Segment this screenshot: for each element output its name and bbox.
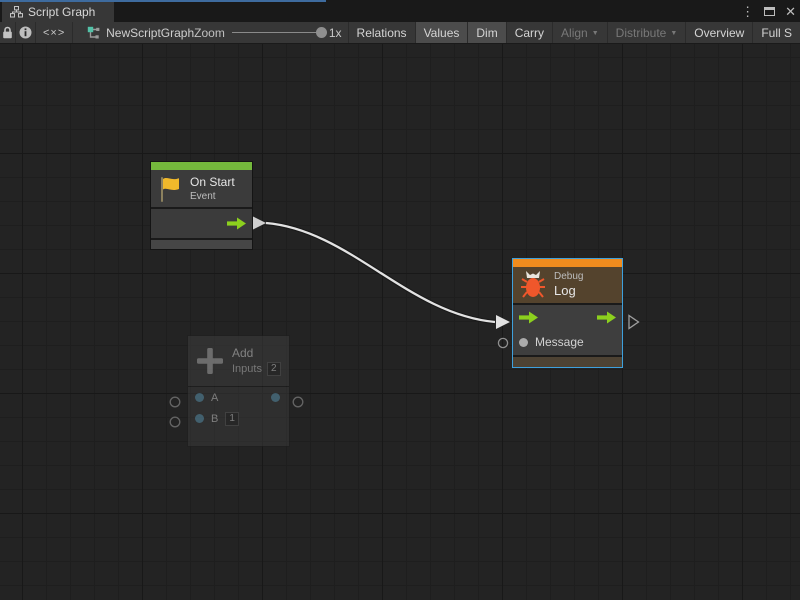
- hierarchy-graph-icon: [10, 6, 23, 18]
- graph-identity: NewScriptGraph: [73, 22, 194, 43]
- node-category: Debug: [554, 270, 583, 283]
- dim-label: Dim: [476, 26, 497, 40]
- graph-canvas[interactable]: On Start Event: [0, 44, 800, 600]
- message-port-label: Message: [535, 335, 584, 351]
- port-b-label: B: [211, 413, 218, 425]
- zoom-value-label: 1x: [329, 26, 342, 40]
- chevron-down-icon: ▼: [592, 30, 599, 37]
- selection-outline: Debug Log Messa: [512, 258, 623, 368]
- values-button[interactable]: Values: [415, 22, 468, 43]
- add-header: Add Inputs 2: [188, 336, 289, 386]
- port-row-a: A: [188, 387, 289, 408]
- toolbar-buttons: Relations Values Dim Carry Align ▼ Distr…: [348, 22, 800, 43]
- align-label: Align: [561, 26, 588, 40]
- graph-name-label: NewScriptGraph: [106, 26, 194, 40]
- flow-output-port[interactable]: [597, 311, 616, 324]
- dim-button[interactable]: Dim: [467, 22, 505, 43]
- fullscreen-button[interactable]: Full S: [752, 22, 800, 43]
- flag-icon: [158, 175, 182, 203]
- node-subtitle: Event: [190, 190, 235, 203]
- plus-icon: [195, 346, 225, 376]
- result-port-dot[interactable]: [271, 393, 280, 402]
- tab-title: Script Graph: [28, 5, 95, 19]
- script-graph-window: Script Graph ⋮ ✕ <×>: [0, 0, 800, 600]
- flow-connection[interactable]: [252, 216, 510, 329]
- message-outer-port-circle[interactable]: [498, 338, 507, 347]
- inspector-button[interactable]: [16, 22, 36, 43]
- chevron-down-icon: ▼: [670, 30, 677, 37]
- on-start-footer: [151, 240, 252, 249]
- port-b-dot[interactable]: [195, 414, 204, 423]
- message-port-dot[interactable]: [519, 338, 528, 347]
- values-label: Values: [424, 26, 460, 40]
- code-glyph: <×>: [43, 27, 65, 39]
- node-on-start[interactable]: On Start Event: [150, 161, 253, 250]
- code-preview-button[interactable]: <×>: [36, 22, 73, 43]
- node-title: On Start: [190, 175, 235, 190]
- close-icon[interactable]: ✕: [785, 5, 796, 18]
- lock-button[interactable]: [0, 22, 16, 43]
- node-title: Log: [554, 283, 583, 299]
- carry-label: Carry: [515, 26, 544, 40]
- inputs-label: Inputs: [232, 362, 262, 376]
- tab-strip: Script Graph ⋮ ✕: [0, 0, 800, 22]
- debug-log-header: Debug Log: [513, 267, 622, 303]
- debug-accent-bar: [513, 259, 622, 267]
- message-port-row: Message: [513, 330, 622, 355]
- carry-button[interactable]: Carry: [506, 22, 552, 43]
- bug-icon: [520, 271, 546, 299]
- debug-footer: [513, 357, 622, 367]
- add-result-outer-port-circle[interactable]: [293, 397, 303, 407]
- flow-output-port[interactable]: [227, 217, 246, 230]
- on-start-header: On Start Event: [151, 170, 252, 207]
- connection-curve: [266, 223, 495, 322]
- more-menu-icon[interactable]: ⋮: [741, 5, 754, 18]
- relations-button[interactable]: Relations: [348, 22, 415, 43]
- debug-flow-row: [513, 305, 622, 330]
- info-icon: [19, 26, 32, 39]
- distribute-button[interactable]: Distribute ▼: [607, 22, 686, 43]
- flow-input-port[interactable]: [519, 311, 538, 324]
- node-debug-log[interactable]: Debug Log Messa: [513, 259, 622, 367]
- port-row-b: B 1: [188, 408, 289, 429]
- node-title: Add: [232, 346, 281, 361]
- distribute-label: Distribute: [616, 26, 667, 40]
- zoom-slider-track[interactable]: [232, 32, 322, 33]
- on-start-ports-row: [151, 209, 252, 238]
- port-a-label: A: [211, 392, 218, 404]
- add-b-outer-port-circle[interactable]: [170, 417, 180, 427]
- connection-end-arrow: [496, 315, 510, 329]
- lock-icon: [2, 26, 13, 39]
- overview-label: Overview: [694, 26, 744, 40]
- fullscreen-label: Full S: [761, 26, 792, 40]
- window-controls: ⋮ ✕: [741, 0, 796, 22]
- align-button[interactable]: Align ▼: [552, 22, 607, 43]
- connection-layer: [0, 44, 800, 600]
- connection-source-arrow: [252, 216, 266, 230]
- inputs-count-field[interactable]: 2: [267, 362, 281, 376]
- port-b-value-field[interactable]: 1: [225, 412, 239, 426]
- node-add[interactable]: Add Inputs 2 A B 1: [187, 335, 290, 447]
- port-a-dot[interactable]: [195, 393, 204, 402]
- add-a-outer-port-circle[interactable]: [170, 397, 180, 407]
- graph-toolbar: <×> NewScriptGraph Zoom 1x Relations Val…: [0, 22, 800, 44]
- zoom-label: Zoom: [194, 26, 225, 40]
- overview-button[interactable]: Overview: [685, 22, 752, 43]
- script-graph-asset-icon: [87, 26, 100, 39]
- maximize-icon[interactable]: [764, 7, 775, 16]
- relations-label: Relations: [357, 26, 407, 40]
- zoom-slider-knob[interactable]: [316, 27, 327, 38]
- event-accent-bar: [151, 162, 252, 170]
- zoom-control: Zoom 1x: [194, 22, 347, 43]
- debug-output-port-triangle[interactable]: [629, 316, 639, 329]
- script-graph-tab[interactable]: Script Graph: [2, 2, 114, 22]
